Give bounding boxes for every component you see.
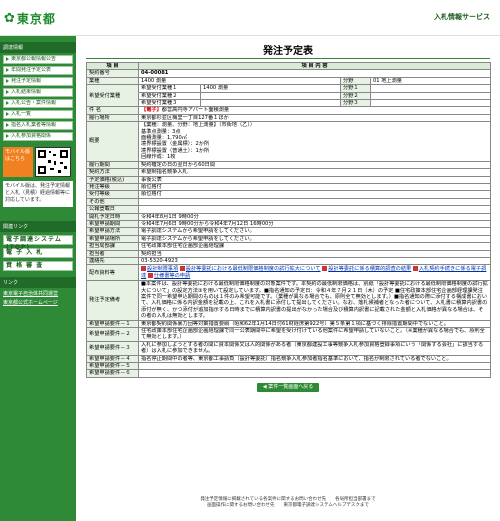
- table-row: 希望申請要件－３ 入札に参加しようとする者の間に資本関係又は人的関係がある者（東京…: [86, 340, 492, 356]
- table-row: 希望受付業種３ 分野３: [87, 99, 492, 108]
- table-row: 開札予定日時 令和4年8月1日 9時00分: [86, 212, 492, 221]
- sidebar-item-gazette[interactable]: 東京都公報情報公告: [3, 55, 73, 64]
- page-title: 発注予定表: [263, 46, 313, 57]
- table-row: 発注等級 順位格付: [86, 182, 492, 192]
- tokyo-emblem-icon: ✿: [4, 10, 15, 26]
- arrow-icon: [6, 111, 9, 116]
- sidebar-item-list[interactable]: 入札一覧: [3, 110, 73, 119]
- order-notes: ■本案件は、設計等委託における最低制限価格制度の対象案件です。本契約の最低制限価…: [137, 280, 492, 321]
- arrow-icon: [6, 122, 9, 127]
- sidebar-link-e-bidding[interactable]: 電 子 入 札: [3, 248, 73, 258]
- sidebar-section-other-links: リンク: [0, 277, 76, 288]
- table-row: 希望申請期間 令和4年7月6日 9時00分から令和4年7月12日 16時00分: [86, 219, 492, 229]
- contract-number: 04-00081: [137, 69, 492, 78]
- sidebar-item-designated[interactable]: 指名入札業者等情報: [3, 121, 73, 130]
- sidebar: 調達情報 東京都公報情報公告 年間発注予定公表 発注予定情報 入札結果情報 入札…: [0, 36, 76, 521]
- title-divider: [86, 58, 490, 59]
- main-content: 発注予定表 項 目 項 目 内 容 契約番号 04-00081 業種 1400 …: [86, 36, 492, 392]
- table-row: 希望申請要件－５: [86, 362, 492, 371]
- table-row: 契約番号 04-00081: [86, 69, 492, 78]
- table-row: 契約方法 希望制指名競争入札: [86, 168, 492, 177]
- table-header-row: 項 目 項 目 内 容: [86, 61, 492, 71]
- table-row: その他: [86, 197, 492, 207]
- header-content: 項 目 内 容: [137, 61, 492, 71]
- pdf-icon: [147, 272, 153, 278]
- sidebar-item-results[interactable]: 入札結果情報: [3, 88, 73, 97]
- sidebar-item-qualification[interactable]: 入札参加資格関係: [3, 132, 73, 141]
- sidebar-link-qualification[interactable]: 資 格 審 査: [3, 261, 73, 271]
- page: ✿ 東京都 入札情報サービス 調達情報 東京都公報情報公告 年間発注予定公表 発…: [0, 0, 500, 521]
- pdf-icon: [322, 266, 328, 272]
- attachment-link[interactable]: 設計等委託に係る積算的調査の結果: [328, 266, 411, 272]
- arrow-icon: [6, 89, 9, 94]
- subject: 【電子】都営高円寺アパート面積測量: [137, 106, 492, 115]
- table-row: 履行場所 東京都杉並区梅里一丁目127番１ほか: [86, 113, 492, 123]
- sidebar-item-order-plan[interactable]: 発注予定情報: [3, 77, 73, 86]
- table-row: 予定価格(税込) 事後公表: [86, 175, 492, 184]
- pdf-icon: [412, 266, 418, 272]
- footer: 発注予定情報に掲載されている各案件に関するお問い合わせ先 各局所担当部署まで 画…: [200, 497, 376, 508]
- table-row: 発注予定備考 ■本案件は、設計等委託における最低制限価格制度の対象案件です。本契…: [86, 280, 492, 321]
- table-row: 担当局部課 住宅政策本部住宅企画部企画経理課: [86, 242, 492, 251]
- header: ✿ 東京都 入札情報サービス: [0, 0, 500, 36]
- table-row: 受付等級 順位格付: [86, 190, 492, 199]
- pdf-icon: [179, 266, 185, 272]
- arrow-icon: [6, 78, 9, 83]
- table-row: 希望申請要件－１ 東京都契約関係暴力団等対策措置要綱（昭和62年1月14日付61財…: [86, 319, 492, 329]
- pdf-icon: [141, 266, 146, 272]
- table-row: 概要 【業種：測量、分野：地上測量】（市街地（乙）） 基準点測量：3点 面積測量…: [86, 121, 492, 162]
- tokyo-logo[interactable]: ✿ 東京都: [4, 8, 56, 28]
- qr-code-icon: [35, 147, 71, 177]
- table-row: 希望申請方法 電子調達システムから希望申請をしてください。: [86, 227, 492, 236]
- table-row: 希望申請要件－６: [86, 369, 492, 378]
- mobile-box: モバイル版はこちら: [3, 147, 73, 177]
- arrow-icon: [6, 67, 9, 72]
- arrow-icon: [6, 100, 9, 105]
- sidebar-link-joint-operation[interactable]: 東京電子自治体共同運営: [3, 290, 73, 297]
- attachment-link[interactable]: 設計等委託における最低制限価格制度の試行拡大について: [186, 266, 321, 272]
- attachment-link[interactable]: 設計制限事項: [147, 266, 178, 272]
- order-plan-table: 項 目 項 目 内 容 契約番号 04-00081 業種 1400 測量 分野 …: [86, 61, 492, 378]
- mobile-note: モバイル版は、発注予定情報と入札（見積）経過情報等に対応しています。: [3, 181, 73, 207]
- table-row: 希望申請場所 電子調達システムから希望申請をしてください。: [86, 234, 492, 244]
- table-row: 希望申請要件－２ 住宅政策本部住宅企画部企画経理課で同一公表期間中に希望を受け付け…: [86, 327, 492, 342]
- mobile-link[interactable]: モバイル版はこちら: [3, 147, 33, 177]
- attachments: 設計制限事項 設計等委託における最低制限価格制度の試行拡大について 設計等委託に…: [137, 264, 492, 282]
- back-to-list-button[interactable]: ◀ 案件一覧画面へ戻る: [257, 382, 319, 392]
- sidebar-link-official-site[interactable]: 東京都公式ホームページ: [3, 299, 73, 306]
- attachment-link[interactable]: 仕様書等の申請: [154, 273, 190, 279]
- arrow-icon: [6, 56, 9, 61]
- sidebar-link-e-procurement-top[interactable]: 電子調達システム(TOP): [3, 235, 73, 251]
- table-row: 連絡先 03-5320-4923: [86, 256, 492, 266]
- table-row: 担当者 契約担当: [86, 249, 492, 258]
- header-item: 項 目: [86, 61, 139, 71]
- service-title: 入札情報サービス: [434, 13, 490, 21]
- outline: 【業種：測量、分野：地上測量】（市街地（乙）） 基準点測量：3点 面積測量：1,…: [137, 121, 492, 162]
- table-row: 履行期間 契約確定の日の翌日から60日間: [86, 160, 492, 170]
- table-row: 配布資料等 設計制限事項 設計等委託における最低制限価格制度の試行拡大について …: [86, 264, 492, 282]
- table-row: 希望受付業種 希望受付業種１ 1400 測量 分野１: [86, 84, 492, 108]
- arrow-icon: [6, 133, 9, 138]
- sidebar-item-notices[interactable]: 入札公告・案件情報: [3, 99, 73, 108]
- table-row: 希望受付業種２ 分野２: [87, 91, 492, 101]
- sidebar-section-procurement: 調達情報: [0, 42, 76, 53]
- table-row: 業種 1400 測量 分野 01 地上測量: [86, 76, 492, 86]
- logo-text: 東京都: [16, 11, 56, 26]
- sidebar-section-links: 関連リンク: [0, 221, 76, 232]
- table-row: 希望申請要件－４ 指名停止期間中の者等、東京都工事請負（設計等委託）指名競争入札参…: [86, 354, 492, 364]
- sidebar-item-annual-plan[interactable]: 年間発注予定公表: [3, 66, 73, 75]
- table-row: 件 名 【電子】都営高円寺アパート面積測量: [86, 106, 492, 115]
- table-row: 公報登載日: [86, 205, 492, 214]
